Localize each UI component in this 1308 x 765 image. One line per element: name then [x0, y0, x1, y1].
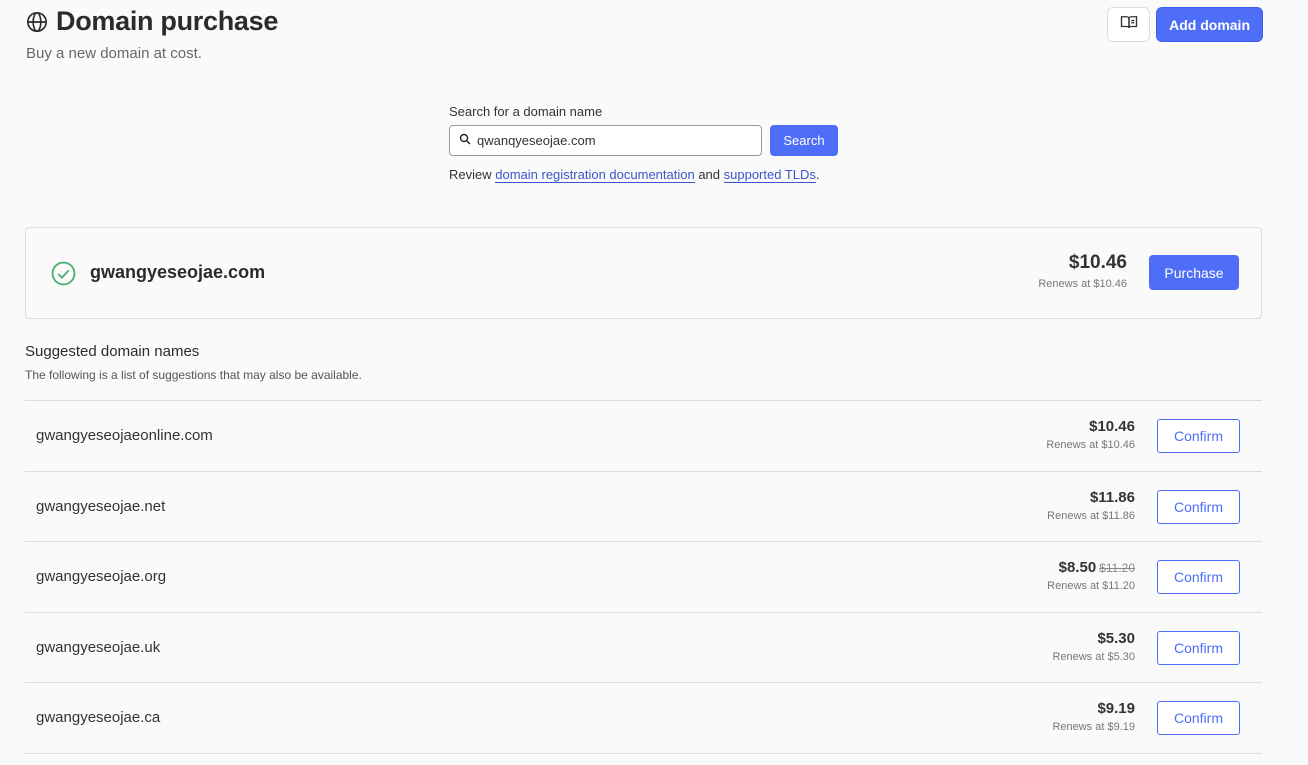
search-field	[449, 125, 762, 156]
suggestion-pricing: $5.30 Renews at $5.30	[1052, 630, 1135, 663]
suggestion-pricing: $8.50 $11.20 Renews at $11.20	[1047, 559, 1135, 592]
suggestion-price: $5.30	[1097, 629, 1135, 647]
suggestion-price: $10.46	[1089, 418, 1135, 435]
confirm-button[interactable]: Confirm	[1157, 489, 1240, 524]
suggestions-description: The following is a list of suggestions t…	[25, 368, 362, 382]
suggestion-price-line: $8.50 $11.20	[1047, 559, 1135, 576]
suggestion-pricing: $9.19 Renews at $9.19	[1052, 700, 1135, 733]
suggestion-renewal: Renews at $5.30	[1052, 650, 1135, 663]
supported-tlds-link[interactable]: supported TLDs	[723, 167, 816, 183]
review-suffix: .	[815, 167, 820, 182]
result-domain: gwangyeseojae.com	[90, 262, 266, 282]
suggestion-price: $11.86	[1089, 488, 1135, 506]
domain-docs-link[interactable]: domain registration documentation	[495, 167, 695, 183]
suggestion-domain: gwangyeseojae.uk	[36, 638, 161, 656]
confirm-button[interactable]: Confirm	[1157, 560, 1240, 594]
confirm-button[interactable]: Confirm	[1157, 419, 1240, 453]
book-icon	[1120, 14, 1138, 35]
suggestions-list: gwangyeseojaeonline.com $10.46 Renews at…	[25, 400, 1262, 754]
suggestion-row: gwangyeseojae.uk $5.30 Renews at $5.30 C…	[25, 613, 1262, 683]
confirm-button[interactable]: Confirm	[1157, 630, 1240, 665]
suggestion-row: gwangyeseojae.ca $9.19 Renews at $9.19 C…	[25, 683, 1262, 754]
top-actions: Add domain	[1107, 7, 1263, 42]
search-section: Search for a domain name Search Review d…	[449, 104, 838, 183]
page-header: Domain purchase Buy a new domain at cost…	[26, 6, 278, 62]
suggestion-renewal: Renews at $10.46	[1046, 439, 1135, 451]
suggestion-price-line: $9.19	[1052, 700, 1135, 717]
suggestions-header: Suggested domain names The following is …	[25, 343, 362, 382]
suggestion-row: gwangyeseojae.net $11.86 Renews at $11.8…	[25, 472, 1262, 542]
suggestion-price-line: $5.30	[1052, 630, 1135, 647]
review-prefix: Review	[449, 167, 496, 182]
suggestion-old-price: $11.20	[1099, 561, 1135, 575]
suggestion-renewal: Renews at $9.19	[1052, 721, 1135, 733]
page-subtitle: Buy a new domain at cost.	[26, 45, 202, 62]
suggestion-domain: gwangyeseojae.org	[36, 568, 167, 585]
result-renewal: Renews at $10.46	[1038, 278, 1127, 290]
globe-icon	[26, 11, 48, 33]
suggestion-price-line: $11.86	[1047, 489, 1135, 506]
check-circle-icon	[51, 261, 76, 291]
review-line: Review domain registration documentation…	[449, 167, 838, 183]
search-input[interactable]	[477, 133, 747, 148]
docs-button[interactable]	[1107, 7, 1151, 42]
suggestion-renewal: Renews at $11.86	[1047, 509, 1135, 522]
suggestion-price-line: $10.46	[1046, 418, 1135, 435]
suggestion-price: $8.50	[1058, 559, 1097, 576]
suggestion-pricing: $10.46 Renews at $10.46	[1046, 418, 1135, 451]
result-price: $10.46	[1068, 252, 1127, 273]
suggestion-price: $9.19	[1097, 700, 1135, 717]
suggestion-domain: gwangyeseojaeonline.com	[36, 427, 213, 444]
purchase-button[interactable]: Purchase	[1149, 255, 1239, 290]
suggestions-title: Suggested domain names	[25, 343, 200, 360]
suggestion-row: gwangyeseojaeonline.com $10.46 Renews at…	[25, 401, 1262, 472]
search-button[interactable]: Search	[770, 125, 838, 156]
suggestion-pricing: $11.86 Renews at $11.86	[1047, 489, 1135, 522]
search-label: Search for a domain name	[449, 104, 603, 119]
review-and: and	[694, 167, 724, 182]
search-result-card: gwangyeseojae.com $10.46 Renews at $10.4…	[25, 227, 1262, 319]
add-domain-button[interactable]: Add domain	[1156, 7, 1263, 42]
suggestion-domain: gwangyeseojae.ca	[36, 709, 161, 726]
page-title: Domain purchase	[56, 6, 279, 36]
confirm-button[interactable]: Confirm	[1157, 701, 1240, 735]
suggestion-domain: gwangyeseojae.net	[36, 497, 166, 515]
search-icon	[459, 132, 471, 150]
suggestion-renewal: Renews at $11.20	[1047, 580, 1135, 592]
suggestion-row: gwangyeseojae.org $8.50 $11.20 Renews at …	[25, 542, 1262, 613]
search-row: Search	[449, 125, 838, 156]
title-row: Domain purchase	[26, 6, 278, 37]
result-pricing: $10.46 Renews at $10.46	[1038, 252, 1127, 290]
